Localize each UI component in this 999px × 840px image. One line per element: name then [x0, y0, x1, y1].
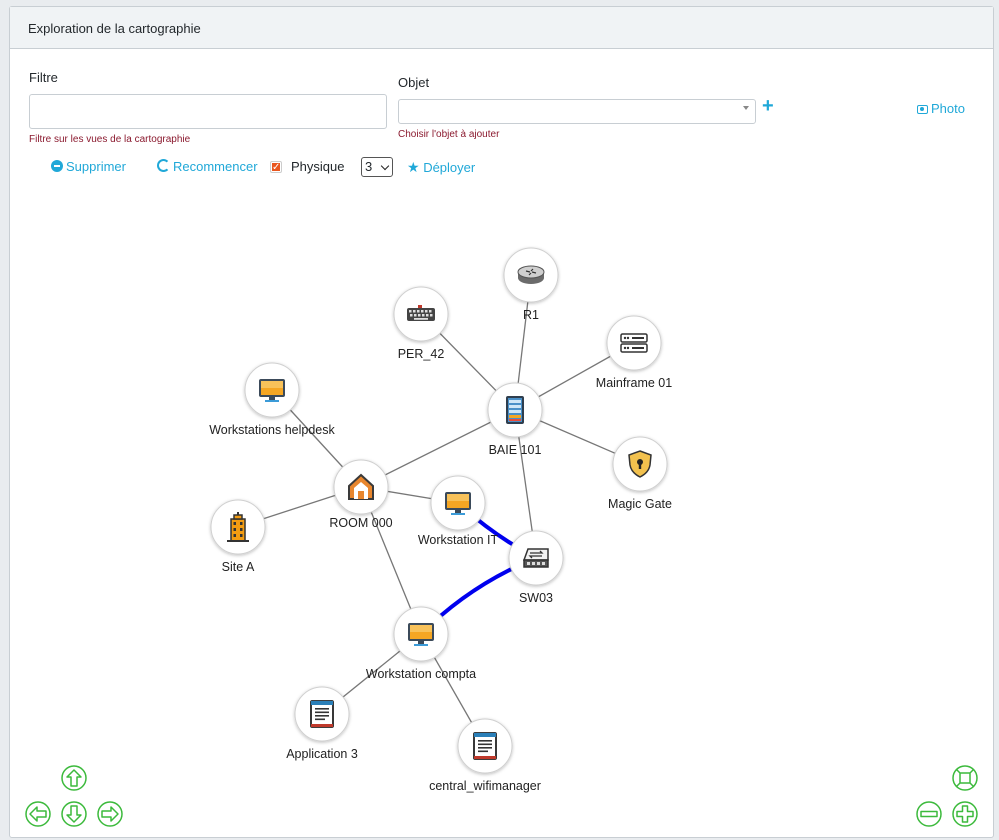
arrow-right-button[interactable]	[97, 801, 123, 827]
zoom-out-button[interactable]	[916, 801, 942, 827]
arrow-up-button[interactable]	[61, 765, 87, 791]
graph-nav-controls	[25, 765, 978, 827]
zoom-in-button[interactable]	[952, 801, 978, 827]
fit-view-button[interactable]	[952, 765, 978, 791]
arrow-down-button[interactable]	[61, 801, 87, 827]
arrow-left-button[interactable]	[25, 801, 51, 827]
